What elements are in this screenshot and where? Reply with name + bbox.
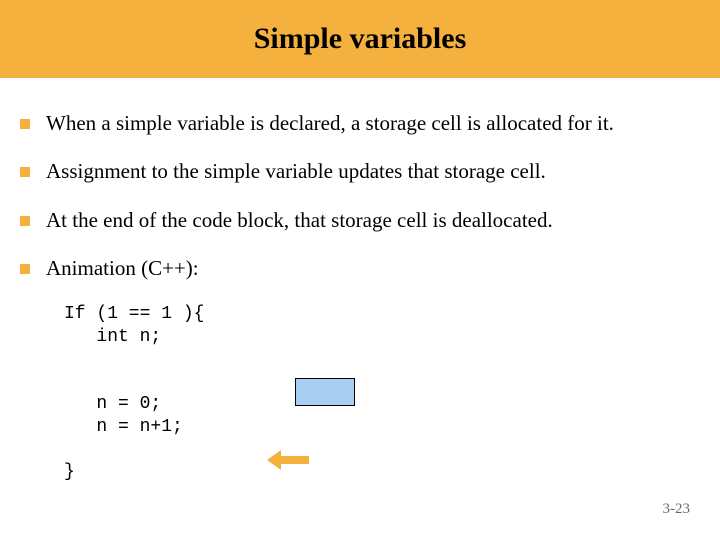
bullet-list: When a simple variable is declared, a st… [20,110,700,281]
bullet-icon [20,264,30,274]
code-block: If (1 == 1 ){ int n; n = 0; n = n+1; } [64,303,700,483]
slide-number: 3-23 [663,501,691,518]
bullet-text: Animation (C++): [46,255,199,281]
bullet-text: Assignment to the simple variable update… [46,158,546,184]
bullet-icon [20,216,30,226]
list-item: Animation (C++): [20,255,700,281]
bullet-icon [20,167,30,177]
slide-title: Simple variables [254,22,467,56]
list-item: At the end of the code block, that stora… [20,207,700,233]
title-band: Simple variables [0,0,720,78]
bullet-text: When a simple variable is declared, a st… [46,110,614,136]
list-item: Assignment to the simple variable update… [20,158,700,184]
slide-content: When a simple variable is declared, a st… [0,78,720,483]
bullet-text: At the end of the code block, that stora… [46,207,553,233]
arrow-shaft [279,456,309,464]
list-item: When a simple variable is declared, a st… [20,110,700,136]
storage-cell-box [295,378,355,406]
arrow-left-icon [267,450,309,470]
arrow-head [267,450,281,470]
bullet-icon [20,119,30,129]
